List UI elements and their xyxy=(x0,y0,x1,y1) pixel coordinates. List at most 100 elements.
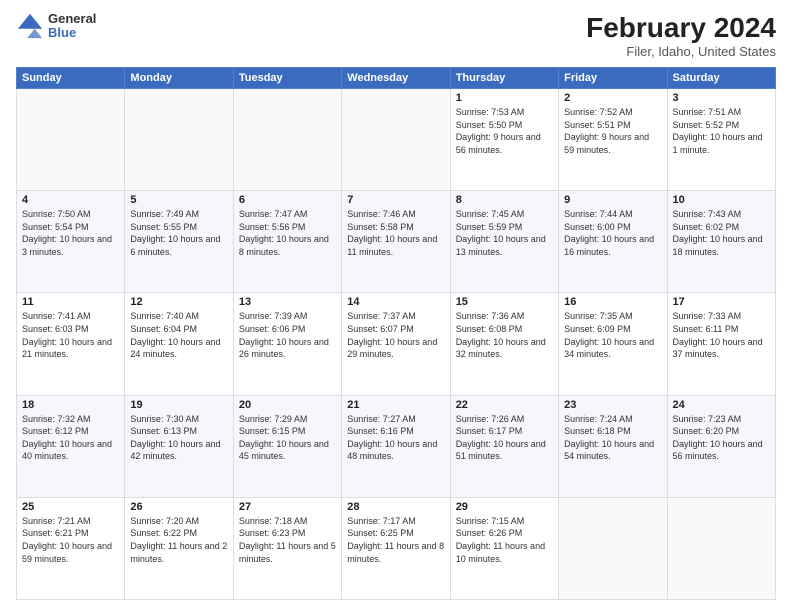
day-number: 7 xyxy=(347,194,444,206)
table-row: 25 Sunrise: 7:21 AM Sunset: 6:21 PM Dayli… xyxy=(17,497,125,599)
col-tuesday: Tuesday xyxy=(233,68,341,89)
table-row: 23 Sunrise: 7:24 AM Sunset: 6:18 PM Dayli… xyxy=(559,395,667,497)
table-row xyxy=(125,89,233,191)
day-info: Sunrise: 7:24 AM Sunset: 6:18 PM Dayligh… xyxy=(564,413,661,463)
day-info: Sunrise: 7:39 AM Sunset: 6:06 PM Dayligh… xyxy=(239,310,336,360)
calendar-week-row: 1 Sunrise: 7:53 AM Sunset: 5:50 PM Daylig… xyxy=(17,89,776,191)
table-row: 6Sunrise: 7:47 AM Sunset: 5:56 PM Daylig… xyxy=(233,191,341,293)
day-number: 20 xyxy=(239,399,336,411)
day-number: 5 xyxy=(130,194,227,206)
table-row xyxy=(17,89,125,191)
day-number: 28 xyxy=(347,501,444,513)
day-info: Sunrise: 7:15 AM Sunset: 6:26 PM Dayligh… xyxy=(456,515,553,565)
day-number: 21 xyxy=(347,399,444,411)
day-info: Sunrise: 7:45 AM Sunset: 5:59 PM Dayligh… xyxy=(456,208,553,258)
day-number: 2 xyxy=(564,92,661,104)
table-row: 21 Sunrise: 7:27 AM Sunset: 6:16 PM Dayli… xyxy=(342,395,450,497)
day-number: 8 xyxy=(456,194,553,206)
calendar-week-row: 25 Sunrise: 7:21 AM Sunset: 6:21 PM Dayli… xyxy=(17,497,776,599)
calendar-header-row: Sunday Monday Tuesday Wednesday Thursday… xyxy=(17,68,776,89)
day-number: 25 xyxy=(22,501,119,513)
table-row: 8 Sunrise: 7:45 AM Sunset: 5:59 PM Daylig… xyxy=(450,191,558,293)
day-number: 14 xyxy=(347,296,444,308)
day-info: Sunrise: 7:20 AM Sunset: 6:22 PM Dayligh… xyxy=(130,515,227,565)
table-row: 3 Sunrise: 7:51 AM Sunset: 5:52 PM Daylig… xyxy=(667,89,775,191)
table-row: 16 Sunrise: 7:35 AM Sunset: 6:09 PM Dayli… xyxy=(559,293,667,395)
day-info: Sunrise: 7:21 AM Sunset: 6:21 PM Dayligh… xyxy=(22,515,119,565)
day-info: Sunrise: 7:30 AM Sunset: 6:13 PM Dayligh… xyxy=(130,413,227,463)
day-number: 24 xyxy=(673,399,770,411)
table-row: 2 Sunrise: 7:52 AM Sunset: 5:51 PM Daylig… xyxy=(559,89,667,191)
day-info: Sunrise: 7:17 AM Sunset: 6:25 PM Dayligh… xyxy=(347,515,444,565)
calendar-week-row: 18 Sunrise: 7:32 AM Sunset: 6:12 PM Dayli… xyxy=(17,395,776,497)
day-info: Sunrise: 7:36 AM Sunset: 6:08 PM Dayligh… xyxy=(456,310,553,360)
day-number: 9 xyxy=(564,194,661,206)
col-monday: Monday xyxy=(125,68,233,89)
day-info: Sunrise: 7:40 AM Sunset: 6:04 PM Dayligh… xyxy=(130,310,227,360)
table-row: 5 Sunrise: 7:49 AM Sunset: 5:55 PM Daylig… xyxy=(125,191,233,293)
day-number: 17 xyxy=(673,296,770,308)
page: General Blue February 2024 Filer, Idaho,… xyxy=(0,0,792,612)
day-info: Sunrise: 7:51 AM Sunset: 5:52 PM Dayligh… xyxy=(673,106,770,156)
day-info: Sunrise: 7:26 AM Sunset: 6:17 PM Dayligh… xyxy=(456,413,553,463)
calendar-title: February 2024 xyxy=(586,12,776,44)
logo: General Blue xyxy=(16,12,96,41)
day-info: Sunrise: 7:53 AM Sunset: 5:50 PM Dayligh… xyxy=(456,106,553,156)
day-number: 13 xyxy=(239,296,336,308)
day-number: 4 xyxy=(22,194,119,206)
header: General Blue February 2024 Filer, Idaho,… xyxy=(16,12,776,59)
day-info: Sunrise: 7:50 AM Sunset: 5:54 PM Dayligh… xyxy=(22,208,119,258)
col-saturday: Saturday xyxy=(667,68,775,89)
day-info: Sunrise: 7:52 AM Sunset: 5:51 PM Dayligh… xyxy=(564,106,661,156)
day-info: Sunrise: 7:43 AM Sunset: 6:02 PM Dayligh… xyxy=(673,208,770,258)
day-number: 29 xyxy=(456,501,553,513)
table-row: 29 Sunrise: 7:15 AM Sunset: 6:26 PM Dayli… xyxy=(450,497,558,599)
day-info: Sunrise: 7:44 AM Sunset: 6:00 PM Dayligh… xyxy=(564,208,661,258)
table-row: 28 Sunrise: 7:17 AM Sunset: 6:25 PM Dayli… xyxy=(342,497,450,599)
table-row xyxy=(342,89,450,191)
logo-icon xyxy=(16,12,44,40)
day-number: 10 xyxy=(673,194,770,206)
day-info: Sunrise: 7:33 AM Sunset: 6:11 PM Dayligh… xyxy=(673,310,770,360)
day-info: Sunrise: 7:37 AM Sunset: 6:07 PM Dayligh… xyxy=(347,310,444,360)
logo-blue: Blue xyxy=(48,26,96,40)
day-info: Sunrise: 7:49 AM Sunset: 5:55 PM Dayligh… xyxy=(130,208,227,258)
table-row xyxy=(233,89,341,191)
table-row: 14 Sunrise: 7:37 AM Sunset: 6:07 PM Dayli… xyxy=(342,293,450,395)
day-info: Sunrise: 7:35 AM Sunset: 6:09 PM Dayligh… xyxy=(564,310,661,360)
day-number: 15 xyxy=(456,296,553,308)
table-row: 13 Sunrise: 7:39 AM Sunset: 6:06 PM Dayli… xyxy=(233,293,341,395)
day-info: Sunrise: 7:23 AM Sunset: 6:20 PM Dayligh… xyxy=(673,413,770,463)
col-thursday: Thursday xyxy=(450,68,558,89)
calendar-table: Sunday Monday Tuesday Wednesday Thursday… xyxy=(16,67,776,600)
table-row: 26 Sunrise: 7:20 AM Sunset: 6:22 PM Dayli… xyxy=(125,497,233,599)
table-row: 9 Sunrise: 7:44 AM Sunset: 6:00 PM Daylig… xyxy=(559,191,667,293)
col-friday: Friday xyxy=(559,68,667,89)
table-row: 24 Sunrise: 7:23 AM Sunset: 6:20 PM Dayli… xyxy=(667,395,775,497)
table-row: 10 Sunrise: 7:43 AM Sunset: 6:02 PM Dayli… xyxy=(667,191,775,293)
day-number: 12 xyxy=(130,296,227,308)
table-row xyxy=(559,497,667,599)
day-info: Sunrise: 7:32 AM Sunset: 6:12 PM Dayligh… xyxy=(22,413,119,463)
day-number: 3 xyxy=(673,92,770,104)
day-number: 11 xyxy=(22,296,119,308)
day-info: Sunrise: 7:18 AM Sunset: 6:23 PM Dayligh… xyxy=(239,515,336,565)
day-number: 27 xyxy=(239,501,336,513)
day-number: 19 xyxy=(130,399,227,411)
table-row: 1 Sunrise: 7:53 AM Sunset: 5:50 PM Daylig… xyxy=(450,89,558,191)
day-number: 6 xyxy=(239,194,336,206)
table-row: 19 Sunrise: 7:30 AM Sunset: 6:13 PM Dayli… xyxy=(125,395,233,497)
table-row: 4 Sunrise: 7:50 AM Sunset: 5:54 PM Daylig… xyxy=(17,191,125,293)
day-number: 23 xyxy=(564,399,661,411)
table-row: 7 Sunrise: 7:46 AM Sunset: 5:58 PM Daylig… xyxy=(342,191,450,293)
day-number: 1 xyxy=(456,92,553,104)
table-row xyxy=(667,497,775,599)
day-info: Sunrise: 7:41 AM Sunset: 6:03 PM Dayligh… xyxy=(22,310,119,360)
day-number: 26 xyxy=(130,501,227,513)
day-number: 18 xyxy=(22,399,119,411)
calendar-week-row: 4 Sunrise: 7:50 AM Sunset: 5:54 PM Daylig… xyxy=(17,191,776,293)
day-number: 16 xyxy=(564,296,661,308)
day-number: 22 xyxy=(456,399,553,411)
day-info: Sunrise: 7:27 AM Sunset: 6:16 PM Dayligh… xyxy=(347,413,444,463)
day-info: Sunrise: 7:46 AM Sunset: 5:58 PM Dayligh… xyxy=(347,208,444,258)
